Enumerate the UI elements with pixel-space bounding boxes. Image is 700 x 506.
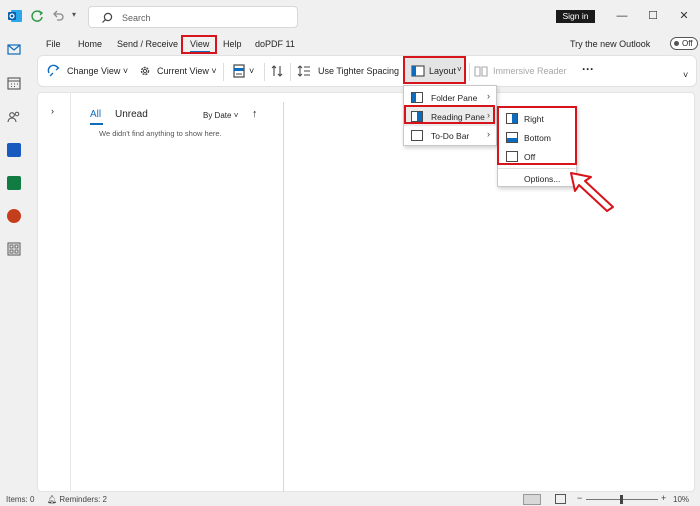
word-icon[interactable] [7,143,21,157]
view-tab-highlight [181,35,217,54]
change-view-label: Change View [67,66,121,76]
app-sidebar [0,34,28,492]
expand-folder-pane-icon[interactable]: › [51,106,54,116]
undo-icon[interactable] [51,9,65,23]
minimize-icon[interactable]: — [614,8,630,24]
message-preview-icon[interactable] [232,64,246,78]
sort-label: By Date [203,111,232,120]
gear-icon [140,66,150,76]
tighter-spacing-button[interactable]: Use Tighter Spacing [318,66,399,76]
reading-view-icon[interactable] [555,494,566,504]
todo-bar-label: To-Do Bar [431,131,470,141]
title-bar: ▾ Search Sign in — ☐ ✕ [0,0,700,34]
tab-unread[interactable]: Unread [115,109,148,120]
excel-icon[interactable] [7,176,21,190]
status-bar: Items: 0 🔔︎ Reminders: 2 − + 10% [0,492,700,506]
chevron-down-icon: ˅ [233,111,239,120]
change-view-icon [47,64,60,77]
chevron-right-icon: › [487,91,490,101]
annotation-arrow-icon [570,172,614,212]
calendar-icon[interactable] [7,76,21,90]
ribbon-separator [290,63,291,81]
menu-dopdf[interactable]: doPDF 11 [255,39,295,49]
sort-direction-icon[interactable]: ↑ [252,108,258,120]
options-label: Options... [524,174,561,184]
zoom-slider-thumb[interactable] [620,495,623,504]
normal-view-icon[interactable] [523,494,541,505]
ribbon: Change View ˅ Current View ˅ ˅ Use Tight… [37,55,697,87]
quick-access-dropdown-icon[interactable]: ▾ [72,10,76,19]
chevron-down-icon: ˅ [122,66,129,76]
powerpoint-icon[interactable] [7,209,21,223]
message-list: All Unread By Date ˅ ↑ We didn't find an… [72,92,283,492]
todo-bar-icon [411,130,423,141]
spacing-icon [297,65,310,77]
menu-home[interactable]: Home [78,39,102,49]
tab-all-underline [90,123,103,125]
search-icon [102,12,113,23]
maximize-icon[interactable]: ☐ [645,8,661,24]
ribbon-separator [264,63,265,81]
current-view-button[interactable]: Current View ˅ [157,66,217,76]
reading-pane-divider[interactable] [283,102,284,492]
reverse-sort-icon[interactable] [270,64,284,78]
folder-pane-icon [411,92,423,103]
zoom-slider[interactable] [586,495,658,504]
chevron-right-icon: › [487,129,490,139]
menu-send-receive[interactable]: Send / Receive [117,39,178,49]
new-outlook-toggle[interactable]: Off [670,37,698,50]
change-view-button[interactable]: Change View ˅ [67,66,128,76]
toggle-state: Off [682,39,693,48]
reading-pane-highlight [404,105,495,124]
search-box[interactable]: Search [88,6,298,28]
search-placeholder: Search [122,13,151,23]
toggle-knob [674,41,679,46]
new-outlook-label: Try the new Outlook [570,39,651,49]
folder-pane-label: Folder Pane [431,93,478,103]
chevron-down-icon[interactable]: ˅ [249,66,254,76]
mail-icon[interactable] [7,42,21,56]
zoom-level: 10% [673,495,690,504]
reading-pane-options-highlight [497,106,577,165]
more-apps-icon[interactable] [7,242,21,256]
outlook-logo-icon [8,9,22,23]
chevron-down-icon: ˅ [211,66,217,76]
empty-list-message: We didn't find anything to show here. [99,129,222,138]
bell-icon: 🔔︎ [47,495,58,504]
people-icon[interactable] [7,110,21,124]
menu-file[interactable]: File [46,39,61,49]
reminders-label: Reminders: 2 [59,495,107,504]
sync-icon[interactable] [30,9,44,23]
menu-todo-bar[interactable]: To-Do Bar › [404,126,496,145]
ribbon-separator [223,63,224,81]
sort-dropdown[interactable]: By Date ˅ [203,111,238,120]
more-options-button[interactable]: ··· [582,62,594,76]
ribbon-separator [469,63,470,81]
immersive-reader-icon [474,66,488,77]
immersive-reader-button[interactable]: Immersive Reader [493,66,567,76]
layout-button-highlight [403,56,466,84]
menu-bar: File Home Send / Receive View Help doPDF… [28,34,700,54]
folder-pane-collapsed: › [37,92,71,492]
current-view-label: Current View [157,66,209,76]
zoom-out-icon[interactable]: − [577,493,582,503]
menu-help[interactable]: Help [223,39,242,49]
close-icon[interactable]: ✕ [676,8,692,24]
tab-all[interactable]: All [90,109,101,120]
sign-in-button[interactable]: Sign in [556,10,595,23]
zoom-in-icon[interactable]: + [661,493,666,503]
items-count: Items: 0 [6,495,35,504]
reminders-status[interactable]: 🔔︎ Reminders: 2 [47,495,107,504]
collapse-ribbon-icon[interactable]: ˅ [683,70,688,80]
